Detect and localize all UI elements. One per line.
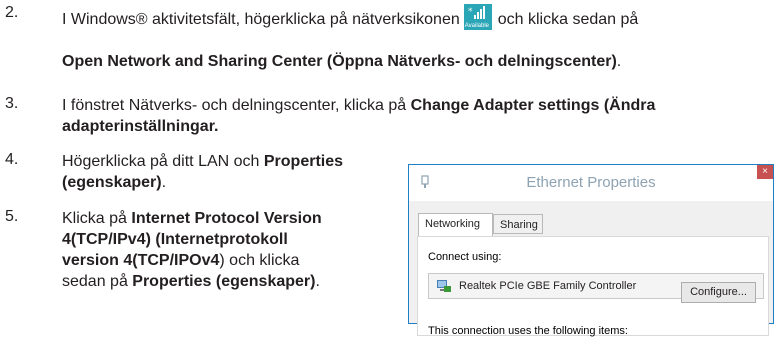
step-4-end: .: [161, 174, 167, 191]
step-5-bold2: 4(TCP/IPv4) (Internetprotokoll: [62, 231, 288, 248]
step-2-line2-end: .: [616, 53, 622, 70]
step-4-text: Högerklicka på ditt LAN och Properties (…: [62, 151, 343, 193]
step-4-pre: Högerklicka på ditt LAN och: [62, 153, 264, 170]
adapter-icon: [437, 280, 451, 292]
step-5-bold3: version 4(TCP/IPOv4: [62, 252, 220, 269]
step-2-line2: Open Network and Sharing Center (Öppna N…: [62, 51, 621, 72]
tab-sharing[interactable]: Sharing: [493, 214, 543, 234]
step-5-text: Klicka på Internet Protocol Version 4(TC…: [62, 208, 322, 292]
configure-button[interactable]: Configure...: [681, 282, 756, 303]
step-number: 5.: [5, 208, 19, 225]
step-5-pre: Klicka på: [62, 210, 132, 227]
step-5-end: .: [315, 273, 320, 290]
svg-text:*: *: [468, 7, 473, 17]
network-signal-icon: * Available: [463, 4, 492, 30]
signal-bars-icon: *: [468, 6, 485, 19]
step-3-text: I fönstret Nätverks- och delningscenter,…: [62, 95, 655, 137]
tab-networking[interactable]: Networking: [418, 213, 493, 236]
step-5-mid: ) och klicka: [219, 252, 300, 269]
step-5-bold1: Internet Protocol Version: [131, 210, 322, 227]
step-3-bold1: Change Adapter settings (Ändra: [410, 97, 656, 114]
step-number: 2.: [5, 4, 19, 21]
dialog-title: Ethernet Properties: [526, 174, 656, 191]
step-4-bold1: Properties: [263, 153, 344, 170]
close-button[interactable]: ×: [757, 165, 773, 179]
step-2-bold: Open Network and Sharing Center (Öppna N…: [62, 53, 617, 70]
step-2-line1-pre: I Windows® aktivitetsfält, högerklicka p…: [62, 11, 460, 28]
dialog-titlebar: Ethernet Properties ×: [409, 165, 773, 202]
network-available-caption: Available: [464, 23, 489, 29]
step-3-pre: I fönstret Nätverks- och delningscenter,…: [62, 97, 411, 114]
step-2-text: I Windows® aktivitetsfält, högerklicka p…: [62, 4, 774, 30]
adapter-name: Realtek PCIe GBE Family Controller: [459, 280, 637, 292]
step-4-bold2: (egenskaper): [62, 174, 162, 191]
step-5-bold4: Properties (egenskaper): [132, 273, 316, 290]
step-number: 4.: [5, 151, 19, 168]
ethernet-properties-dialog: Ethernet Properties × Networking Sharing…: [408, 164, 774, 337]
step-2-line1-post: och klicka sedan på: [497, 11, 639, 28]
step-5-line4-pre: sedan på: [62, 273, 133, 290]
connect-using-label: Connect using:: [428, 251, 502, 263]
step-number: 3.: [5, 95, 19, 112]
connection-items-label: This connection uses the following items…: [428, 325, 628, 337]
step-3-bold2: adapterinställningar.: [62, 118, 219, 135]
